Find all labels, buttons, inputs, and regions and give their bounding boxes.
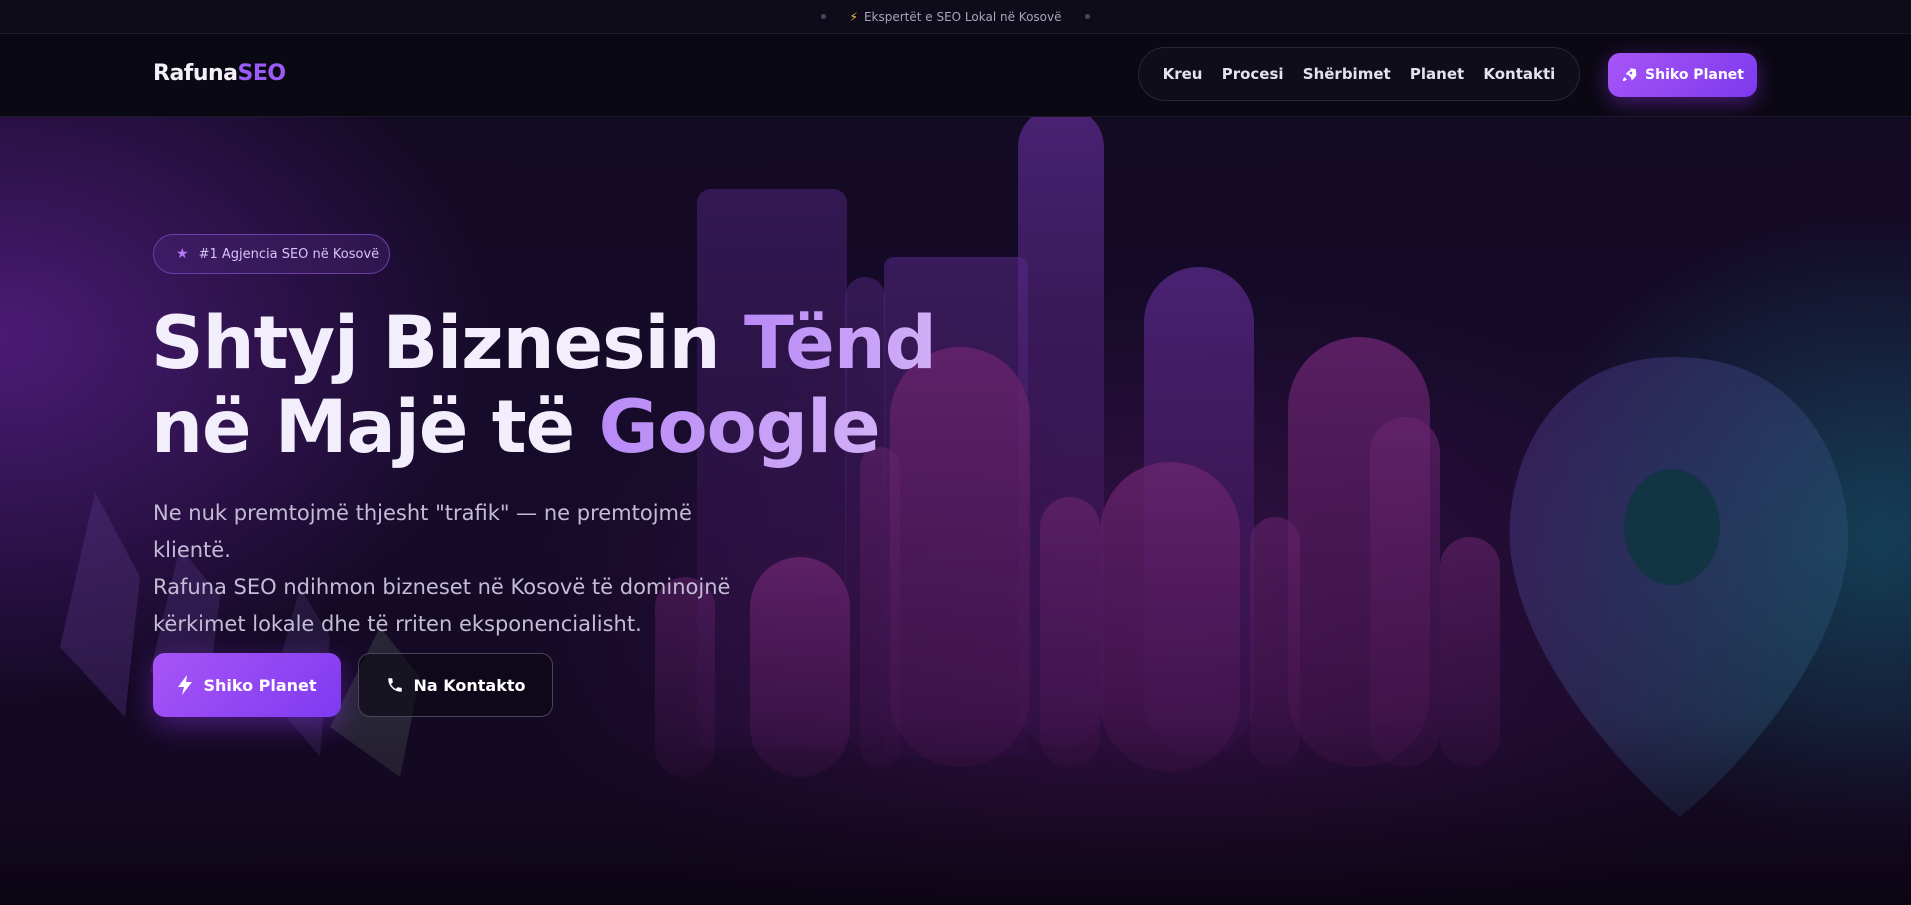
badge-text: #1 Agjencia SEO në Kosovë [198,246,380,262]
hero-description-line2: Rafuna SEO ndihmon bizneset në Kosovë të… [153,575,731,599]
hero-title-line2: në Majë të [151,385,599,470]
logo-text-seo: SEO [237,61,287,86]
logo[interactable]: RafunaSEO [153,61,286,86]
hero-title: Shtyj Biznesin Tënd në Majë të Google [151,301,937,470]
rocket-icon [1621,67,1637,83]
nav-item-procesi[interactable]: Procesi [1222,65,1284,83]
nav-item-kontakti[interactable]: Kontakti [1483,65,1555,83]
announcement-bar: ⚡ Ekspertët e SEO Lokal në Kosovë [0,0,1911,34]
bolt-icon [177,675,193,695]
contact-us-button[interactable]: Na Kontakto [358,653,553,717]
separator-dot-left [820,14,826,19]
agency-badge: ★ #1 Agjencia SEO në Kosovë [153,234,390,274]
hero-description-line3: kërkimet lokale dhe të rriten eksponenci… [153,612,642,636]
separator-dot-right [1085,14,1091,19]
hero-section: ★ #1 Agjencia SEO në Kosovë Shtyj Biznes… [0,117,1911,905]
contact-us-label: Na Kontakto [413,675,526,695]
announcement-text: Ekspertët e SEO Lokal në Kosovë [863,9,1062,24]
hero-title-line1: Shtyj Biznesin [151,301,744,386]
hero-title-accent-1: Tënd [743,301,937,386]
main-menu: Kreu Procesi Shërbimet Planet Kontakti [1138,47,1580,101]
hero-title-accent-2: Google [598,385,881,470]
phone-icon [386,676,404,694]
nav-item-planet[interactable]: Planet [1410,65,1464,83]
nav-item-kreu[interactable]: Kreu [1163,65,1203,83]
view-plans-nav-button[interactable]: Shiko Planet [1608,53,1757,97]
hero-description-line1: Ne nuk premtojmë thjesht "trafik" — ne p… [153,501,692,562]
hero-description: Ne nuk premtojmë thjesht "trafik" — ne p… [153,495,773,643]
star-icon: ★ [176,246,189,262]
logo-text-rafuna: Rafuna [153,61,238,86]
view-plans-button[interactable]: Shiko Planet [153,653,341,717]
nav-item-sherbimet[interactable]: Shërbimet [1303,65,1391,83]
view-plans-label: Shiko Planet [203,675,317,695]
navbar: RafunaSEO Kreu Procesi Shërbimet Planet … [0,34,1911,117]
view-plans-nav-label: Shiko Planet [1645,67,1744,83]
lightning-icon: ⚡ [849,9,858,24]
